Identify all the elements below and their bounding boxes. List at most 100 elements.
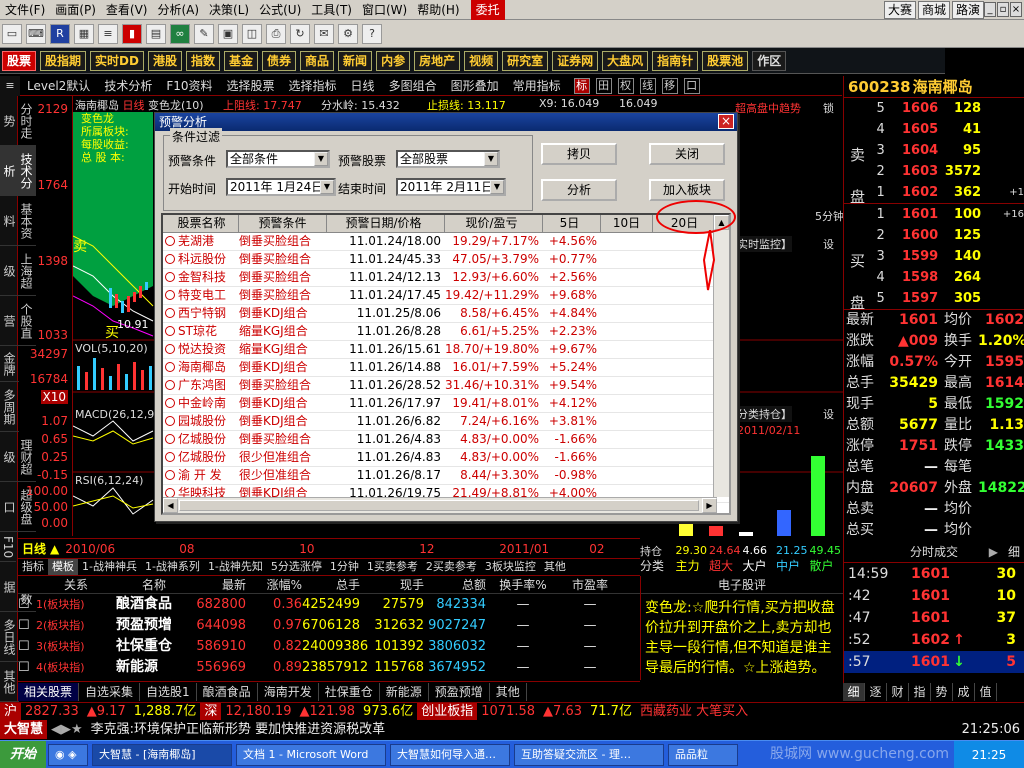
mark-toggle[interactable]: 标 [573,77,590,94]
tab-compass[interactable]: 指南针 [652,50,699,71]
trade-row[interactable]: :47 1601 37 [844,607,1024,629]
col-volume[interactable]: 总手 [302,576,360,593]
tab-stock[interactable]: 股票 [2,50,37,71]
quote-tab-6[interactable]: 值 [975,683,997,701]
group-tab-6[interactable]: 新能源 [380,682,429,701]
multi-chart-button[interactable]: 多图组合 [382,77,444,94]
vtab-multi-period[interactable]: 多周期 [0,382,19,432]
add-to-sector-button[interactable]: 加入板块 [649,179,725,201]
col-last[interactable]: 最新 [192,576,246,593]
tab-stock-pool[interactable]: 股票池 [702,50,749,71]
quote-tab-0[interactable]: 细 [843,683,865,701]
tab-index-futures[interactable]: 股指期 [40,50,87,71]
group-tab-1[interactable]: 自选采集 [79,682,141,701]
scroll-right-icon[interactable]: ▶ [702,498,717,513]
menu-file[interactable]: 文件(F) [0,0,50,20]
grid-row[interactable]: 西宁特钢 倒垂KDJ组合 11.01.25/8.06 8.58/+6.45% +4.84… [163,305,729,323]
trade-row[interactable]: :52 1602 ↑ 3 [844,629,1024,651]
quote-tab-3[interactable]: 指 [909,683,931,701]
news-tag[interactable]: 西藏药业 大笔买入 [636,703,752,721]
menu-screen[interactable]: 画面(P) [50,0,101,20]
tab-video[interactable]: 视频 [464,50,499,71]
task-import[interactable]: 大智慧如何导入通… [390,743,511,766]
menu-toggle-icon[interactable]: ≡ [0,76,20,96]
restore-icon[interactable]: ▫ [997,2,1009,17]
col-alert-date-price[interactable]: 预警日期/价格 [327,215,445,232]
col-current-profit[interactable]: 现价/盈亏 [445,215,543,232]
tab-commodity[interactable]: 商品 [300,50,335,71]
stock-select[interactable]: 全部股票 ▼ [396,150,500,168]
task-dzh[interactable]: 大智慧 - [海南椰岛] [92,743,233,766]
task-word[interactable]: 文档 1 - Microsoft Word [236,743,387,766]
help-icon[interactable]: ? [362,23,382,44]
group-tab-8[interactable]: 其他 [490,682,527,701]
tech-analysis-button[interactable]: 技术分析 [97,77,159,94]
col-change[interactable]: 涨幅% [246,576,302,593]
play-icon[interactable]: ▶ [989,541,998,563]
tab-bond[interactable]: 债券 [262,50,297,71]
news-headline[interactable]: 李克强:环境保护正临新形势 要加快推进资源税改革 [87,720,958,739]
refresh-icon[interactable]: ↻ [290,23,310,44]
vtab-other[interactable]: 其他 [0,662,19,702]
realtime-set-button[interactable]: 设 [823,236,834,252]
start-button[interactable]: 开始 [0,740,47,768]
menu-view[interactable]: 查看(V) [101,0,153,20]
chevron-down-icon[interactable]: ▼ [490,180,504,194]
start-date-picker[interactable]: 2011年 1月24日 ▼ [226,178,336,196]
group-tab-3[interactable]: 酿酒食品 [197,682,258,701]
menu-help[interactable]: 帮助(H) [412,0,464,20]
bottom-tab-3[interactable]: 1-战神系列 [141,559,204,575]
settings-icon[interactable]: ⚙ [338,23,358,44]
close-button[interactable]: 关闭 [649,143,725,165]
quote-tab-2[interactable]: 财 [887,683,909,701]
row-checkbox[interactable]: ☐ [18,594,36,615]
bottom-tab-10[interactable]: 其他 [540,559,570,575]
tab-hk[interactable]: 港股 [147,50,182,71]
tab-index[interactable]: 指数 [185,50,220,71]
menu-analysis[interactable]: 分析(A) [152,0,204,20]
tab-news[interactable]: 新闻 [338,50,373,71]
mall-button[interactable]: 商城 [917,1,950,19]
vtab-f10[interactable]: F10 [0,532,16,562]
horizontal-scrollbar[interactable]: ◀ ▶ [163,497,717,513]
group-tab-4[interactable]: 海南开发 [258,682,319,701]
related-row[interactable]: ☐ 4(板块指) 新能源 556969 0.89 23857912 115768 367495… [18,657,640,678]
grid-row[interactable]: 海南椰岛 倒垂KDJ组合 11.01.26/14.88 16.01/+7.59% +5.… [163,359,729,377]
grid-row[interactable]: 特变电工 倒垂买脸组合 11.01.24/17.45 19.42/+11.29% +9.… [163,287,729,305]
grid-row[interactable]: 中金岭南 倒垂KDJ组合 11.01.26/17.97 19.41/+8.01% +4.… [163,395,729,413]
bottom-tab-4[interactable]: 1-战神先知 [204,559,267,575]
group-tab-0[interactable]: 相关股票 [18,682,80,701]
group-tab-5[interactable]: 社保重仓 [319,682,380,701]
trade-row[interactable]: :42 1601 10 [844,585,1024,607]
analyze-button[interactable]: 分析 [541,179,617,201]
col-amount[interactable]: 总额 [424,576,486,593]
tab-realtime-dd[interactable]: 实时DD [90,50,144,71]
related-row[interactable]: ☐ 3(板块指) 社保重仓 586910 0.82 24009386 101392 38060… [18,636,640,657]
chart-icon[interactable]: ▮ [122,23,142,44]
tab-market-wind[interactable]: 大盘风 [602,50,649,71]
menu-window[interactable]: 窗口(W) [357,0,412,20]
col-5day[interactable]: 5日 [543,215,601,232]
tab-insider[interactable]: 内参 [376,50,411,71]
bottom-tab-1[interactable]: 模板 [48,559,78,575]
cond-select[interactable]: 全部条件 ▼ [226,150,330,168]
col-pe[interactable]: 市盈率 [560,576,620,593]
trade-row[interactable]: 14:59 1601 30 [844,563,1024,585]
scroll-thumb[interactable] [179,500,699,511]
lock-button[interactable]: 锁 [823,100,834,116]
related-row[interactable]: ☐ 2(板块指) 预盈预增 644098 0.97 6706128 312632 902724… [18,615,640,636]
bottom-tab-5[interactable]: 5分选涨停 [267,559,326,575]
col-stock-name[interactable]: 股票名称 [163,215,239,232]
tab-workspace[interactable]: 作区 [752,50,787,71]
level2-default-button[interactable]: Level2默认 [20,77,97,94]
grid-row[interactable]: 亿城股份 倒垂买脸组合 11.01.26/4.83 4.83/+0.00% -1.66% [163,431,729,449]
row-checkbox[interactable]: ☐ [18,636,36,657]
vtab-multi-day[interactable]: 多日线 [0,612,19,662]
group-tab-7[interactable]: 预盈预增 [429,682,490,701]
col-current[interactable]: 现手 [360,576,424,593]
class-set-button[interactable]: 设 [823,406,834,422]
ruler-icon[interactable]: ✎ [194,23,214,44]
grid-row[interactable]: 科远股份 倒垂买脸组合 11.01.24/45.33 47.05/+3.79% +0.7… [163,251,729,269]
menu-formula[interactable]: 公式(U) [254,0,306,20]
group-tab-2[interactable]: 自选股1 [140,682,197,701]
